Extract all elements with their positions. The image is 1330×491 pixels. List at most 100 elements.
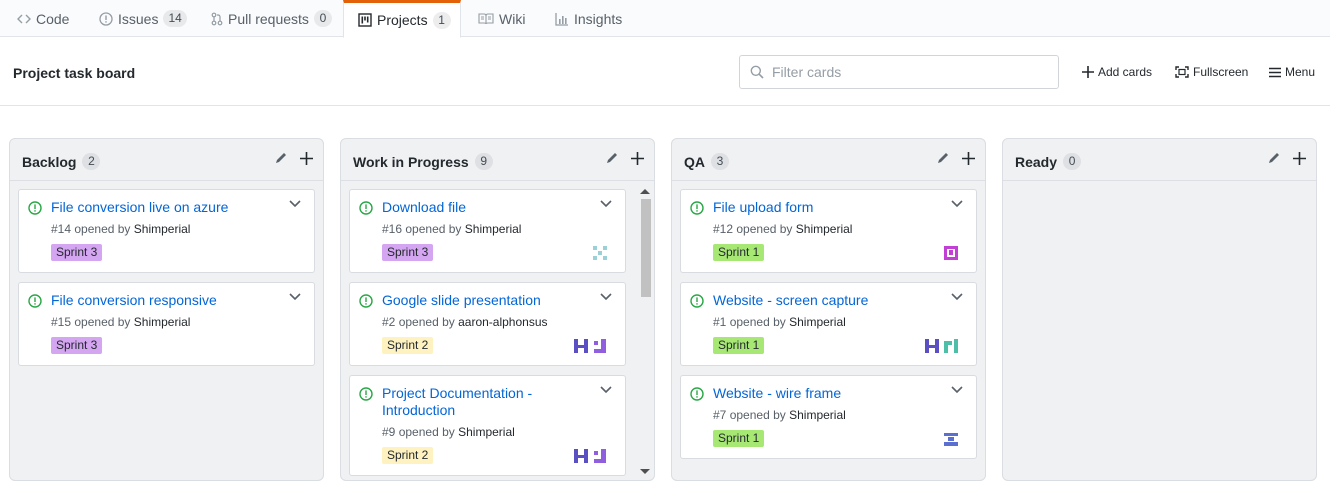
chevron-down-icon[interactable] <box>951 386 963 394</box>
sprint-label[interactable]: Sprint 1 <box>713 244 765 261</box>
column-header: Work in Progress 9 <box>341 139 654 181</box>
project-header: Project task board Add cards Fullscreen … <box>0 37 1330 106</box>
add-card-button[interactable] <box>1293 151 1306 165</box>
tab-issues[interactable]: Issues 14 <box>85 0 201 37</box>
issue-card[interactable]: Google slide presentation #2 opened by a… <box>349 282 626 366</box>
card-title-link[interactable]: Download file <box>382 199 585 216</box>
card-title-link[interactable]: Project Documentation - Introduction <box>382 385 585 419</box>
sprint-label[interactable]: Sprint 3 <box>382 244 434 261</box>
chevron-down-icon[interactable] <box>951 293 963 301</box>
menu-button[interactable]: Menu <box>1269 65 1315 79</box>
tab-code-label: Code <box>36 10 70 27</box>
issue-card[interactable]: Website - wire frame #7 opened by Shimpe… <box>680 375 977 459</box>
issue-card[interactable]: Website - screen capture #1 opened by Sh… <box>680 282 977 366</box>
tab-pull-requests[interactable]: Pull requests 0 <box>197 0 346 37</box>
chevron-down-icon[interactable] <box>289 293 301 301</box>
tab-wiki[interactable]: Wiki <box>464 0 539 37</box>
avatar[interactable] <box>591 244 609 262</box>
chevron-down-icon[interactable] <box>600 386 612 394</box>
author-link[interactable]: Shimperial <box>465 222 522 236</box>
scroll-down-arrow[interactable] <box>640 469 650 474</box>
card-title-link[interactable]: File upload form <box>713 199 936 216</box>
card-title-link[interactable]: File conversion live on azure <box>51 199 274 216</box>
column-tools <box>1267 151 1306 165</box>
avatar[interactable] <box>942 430 960 448</box>
column-header: Backlog 2 <box>10 139 323 181</box>
add-card-button[interactable] <box>962 151 975 165</box>
author-link[interactable]: Shimperial <box>458 425 515 439</box>
scrollbar-thumb[interactable] <box>641 199 651 297</box>
column-tools <box>274 151 313 165</box>
edit-column-button[interactable] <box>1267 151 1281 165</box>
chevron-down-icon[interactable] <box>289 200 301 208</box>
menu-label: Menu <box>1285 65 1316 79</box>
card-title-link[interactable]: Google slide presentation <box>382 292 585 309</box>
assignees <box>942 244 960 262</box>
assignees <box>942 430 960 448</box>
author-link[interactable]: Shimperial <box>796 222 853 236</box>
author-link[interactable]: Shimperial <box>134 222 191 236</box>
issue-card[interactable]: File upload form #12 opened by Shimperia… <box>680 189 977 273</box>
sprint-label[interactable]: Sprint 1 <box>713 337 765 354</box>
add-card-button[interactable] <box>300 151 313 165</box>
issue-card[interactable]: File conversion live on azure #14 opened… <box>18 189 315 273</box>
opened-by-text: opened by <box>74 222 131 236</box>
issue-icon <box>99 11 113 26</box>
issue-number: #7 <box>713 408 727 422</box>
chevron-down-icon[interactable] <box>951 200 963 208</box>
issue-opened-icon <box>359 294 373 308</box>
avatar[interactable] <box>591 447 609 465</box>
card-meta: #7 opened by Shimperial <box>713 408 846 422</box>
column-scrollbar[interactable] <box>639 189 651 474</box>
chevron-down-icon[interactable] <box>600 200 612 208</box>
sprint-label[interactable]: Sprint 3 <box>51 244 103 261</box>
edit-column-button[interactable] <box>605 151 619 165</box>
card-title-link[interactable]: Website - wire frame <box>713 385 936 402</box>
card-title-link[interactable]: File conversion responsive <box>51 292 274 309</box>
assignees <box>572 337 609 355</box>
tab-projects[interactable]: Projects 1 <box>343 0 461 38</box>
avatar[interactable] <box>942 244 960 262</box>
opened-by-text: opened by <box>729 408 786 422</box>
avatar[interactable] <box>942 337 960 355</box>
edit-column-button[interactable] <box>936 151 950 165</box>
projects-counter: 1 <box>432 11 451 29</box>
sprint-label[interactable]: Sprint 2 <box>382 447 434 464</box>
sprint-label[interactable]: Sprint 3 <box>51 337 103 354</box>
tab-code[interactable]: Code <box>3 0 83 37</box>
issue-card[interactable]: File conversion responsive #15 opened by… <box>18 282 315 366</box>
column-cards: File upload form #12 opened by Shimperia… <box>680 189 977 480</box>
issue-card[interactable]: Project Documentation - Introduction #9 … <box>349 375 626 476</box>
add-cards-button[interactable]: Add cards <box>1082 65 1152 79</box>
column-cards <box>1011 189 1308 480</box>
issue-number: #2 <box>382 315 396 329</box>
issue-opened-icon <box>28 294 42 308</box>
author-link[interactable]: Shimperial <box>789 408 846 422</box>
author-link[interactable]: Shimperial <box>134 315 191 329</box>
graph-icon <box>555 12 568 26</box>
filter-cards-input[interactable] <box>772 64 1052 80</box>
avatar[interactable] <box>572 337 590 355</box>
author-link[interactable]: Shimperial <box>789 315 846 329</box>
project-column: Ready 0 <box>1002 138 1317 481</box>
avatar[interactable] <box>923 337 941 355</box>
chevron-down-icon[interactable] <box>600 293 612 301</box>
add-card-button[interactable] <box>631 151 644 165</box>
author-link[interactable]: aaron-alphonsus <box>458 315 547 329</box>
scroll-up-arrow[interactable] <box>640 189 650 194</box>
filter-cards-field[interactable] <box>739 55 1059 89</box>
avatar[interactable] <box>591 337 609 355</box>
card-meta: #14 opened by Shimperial <box>51 222 190 236</box>
card-title-link[interactable]: Website - screen capture <box>713 292 936 309</box>
repo-nav: Code Issues 14 Pull requests 0 Projects … <box>0 0 1330 38</box>
issue-card[interactable]: Download file #16 opened by Shimperial S… <box>349 189 626 273</box>
sprint-label[interactable]: Sprint 2 <box>382 337 434 354</box>
tab-insights[interactable]: Insights <box>541 0 636 37</box>
edit-column-button[interactable] <box>274 151 288 165</box>
pencil-icon <box>276 153 286 163</box>
sprint-label[interactable]: Sprint 1 <box>713 430 765 447</box>
fullscreen-button[interactable]: Fullscreen <box>1175 65 1248 79</box>
card-meta: #1 opened by Shimperial <box>713 315 846 329</box>
fullscreen-label: Fullscreen <box>1193 65 1249 79</box>
avatar[interactable] <box>572 447 590 465</box>
